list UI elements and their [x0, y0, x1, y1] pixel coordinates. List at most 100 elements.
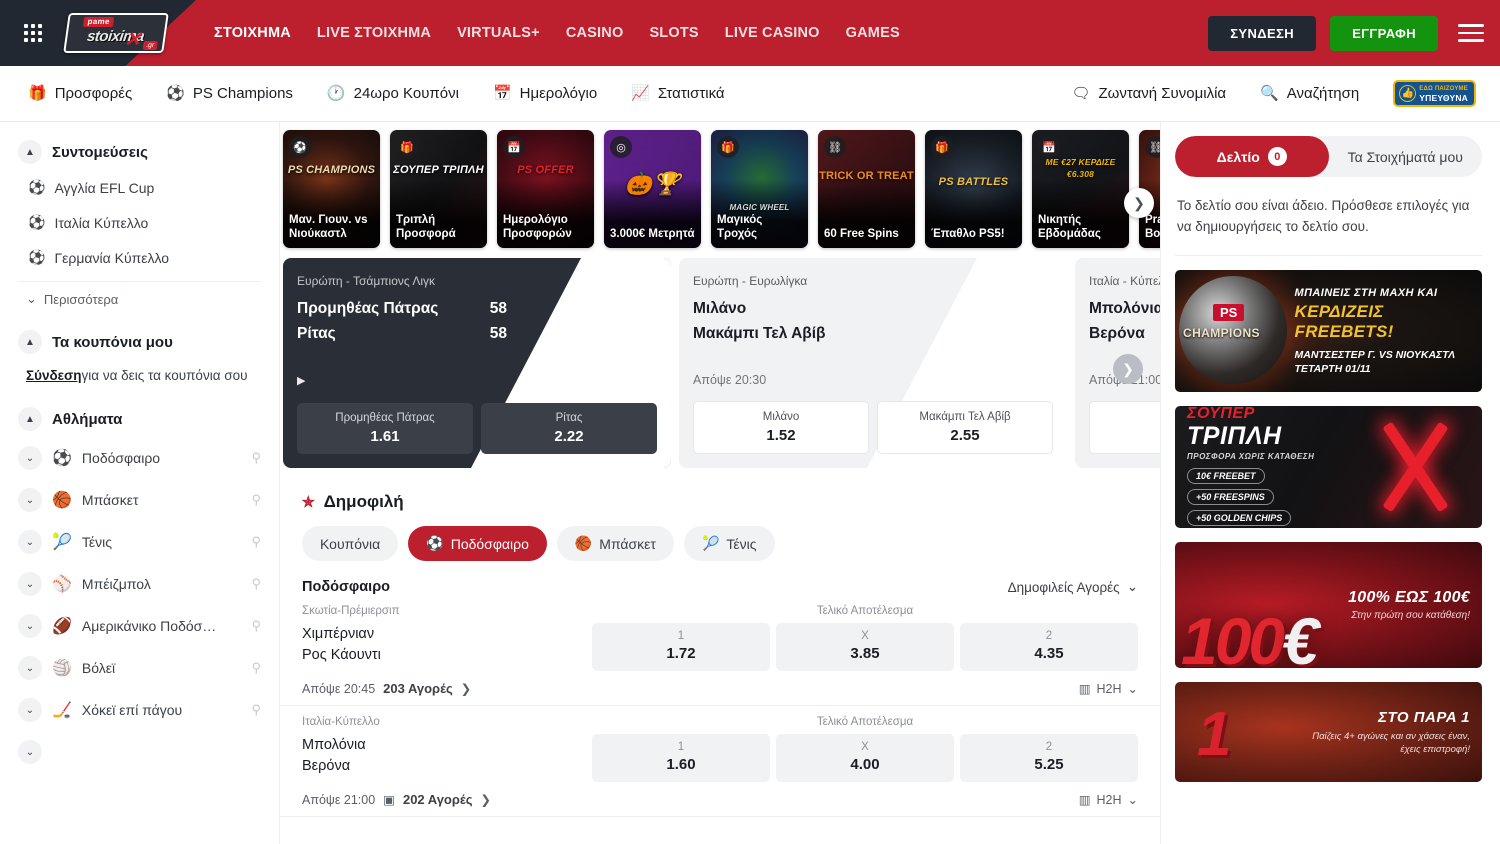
sidebar-item-efl-cup[interactable]: ⚽ Αγγλία EFL Cup [18, 170, 261, 205]
login-button[interactable]: ΣΥΝΔΕΣΗ [1208, 16, 1316, 51]
signup-button[interactable]: ΕΓΓΡΑΦΗ [1330, 16, 1438, 51]
pin-icon[interactable]: ⚲ [251, 492, 261, 508]
odd-button-2[interactable]: 2 4.35 [960, 623, 1138, 671]
featured-odd-home[interactable]: Μιλάνο 1.52 [693, 401, 869, 454]
chevron-down-icon[interactable]: ⌄ [18, 488, 42, 512]
match-row-hibernian-ross-county[interactable]: Σκωτία-Πρέμιερσιπ Χιμπέρνιαν Ρος Κάουντι… [280, 595, 1160, 706]
promo-card-super-tripli[interactable]: 🎁 ΣΟΥΠΕΡ ΤΡΙΠΛΗ Τριπλή Προσφορά [390, 130, 487, 248]
coupons-login-link[interactable]: Σύνδεση [26, 368, 82, 383]
pin-icon[interactable]: ⚲ [251, 618, 261, 634]
promo-art-label: ΜΕ €27 ΚΕΡΔΙΣΕ €6.308 [1032, 156, 1129, 180]
sidebar-sport-ice-hockey[interactable]: ⌄ 🏒 Χόκεϊ επί πάγου ⚲ [18, 689, 261, 731]
promo-card-weekly-winner[interactable]: 📅 ΜΕ €27 ΚΕΡΔΙΣΕ €6.308 Νικητής Εβδομάδα… [1032, 130, 1129, 248]
tab-my-bets[interactable]: Τα Στοιχήματά μου [1329, 136, 1483, 177]
banner-chip-freespins: +50 FREESPINS [1187, 489, 1274, 505]
sidebar-item-germany-cup[interactable]: ⚽ Γερμανία Κύπελλο [18, 240, 261, 275]
chevron-down-icon[interactable]: ⌄ [18, 740, 42, 764]
odd-button-x[interactable]: X 4.00 [776, 734, 954, 782]
chevron-right-icon[interactable]: ❯ [461, 681, 471, 696]
tab-coupons[interactable]: Κουπόνια [302, 526, 398, 561]
banner-super-tripli[interactable]: ΣΟΥΠΕΡ ΤΡΙΠΛΗ ΠΡΟΣΦΟΡΑ ΧΩΡΙΣ ΚΑΤΑΘΕΣΗ 10… [1175, 406, 1482, 528]
promo-card-magic-wheel[interactable]: 🎁 MAGIC WHEEL Μαγικός Τροχός [711, 130, 808, 248]
stream-icon[interactable]: ▶ [297, 374, 657, 387]
subnav-item-statistics[interactable]: 📈 Στατιστικά [631, 85, 724, 102]
promo-card-3000-cash[interactable]: ◎ 🎃🏆 3.000€ Μετρητά [604, 130, 701, 248]
pin-icon[interactable]: ⚲ [251, 450, 261, 466]
stream-icon[interactable]: ▣ [383, 792, 395, 807]
odd-button-x[interactable]: X 3.85 [776, 623, 954, 671]
promo-caption: Μαν. Γιουν. vs Νιούκαστλ [283, 214, 380, 248]
h2h-button[interactable]: ▥ H2H ⌄ [1079, 792, 1138, 807]
promo-card-offers-calendar[interactable]: 📅 PS OFFER Ημερολόγιο Προσφορών [497, 130, 594, 248]
chevron-right-icon[interactable]: ❯ [481, 792, 491, 807]
featured-card-promitheas-ritas[interactable]: Ευρώπη - Τσάμπιονς Λιγκ Προμηθέας Πάτρας… [283, 258, 671, 468]
featured-odd-away[interactable]: Ρίτας 2.22 [481, 403, 657, 454]
featured-odd-home[interactable]: 1 1.60 [1089, 401, 1160, 454]
tab-basketball[interactable]: 🏀 Μπάσκετ [557, 526, 674, 561]
markets-selector[interactable]: Δημοφιλείς Αγορές ⌄ [1008, 579, 1138, 595]
tab-football[interactable]: ⚽ Ποδόσφαιρο [408, 526, 547, 561]
chevron-down-icon[interactable]: ⌄ [18, 656, 42, 680]
tab-tennis[interactable]: 🎾 Τένις [684, 526, 775, 561]
promo-card-ps5-prize[interactable]: 🎁 PS BATTLES Έπαθλο PS5! [925, 130, 1022, 248]
nav-item-live-stoixima[interactable]: LIVE ΣΤΟΙΧΗΜΑ [317, 25, 431, 41]
subnav-item-ps-champions[interactable]: ⚽ PS Champions [166, 85, 293, 102]
featured-league: Ιταλία - Κύπελλο [1089, 274, 1160, 288]
nav-item-virtuals[interactable]: VIRTUALS+ [457, 25, 540, 41]
pin-icon[interactable]: ⚲ [251, 702, 261, 718]
featured-card-milano-maccabi[interactable]: Ευρώπη - Ευρωλίγκα Μιλάνο Μακάμπι Τελ Αβ… [679, 258, 1067, 468]
top-header: pame stoixima ✕ .gr ΣΤΟΙΧΗΜΑ LIVE ΣΤΟΙΧΗ… [0, 0, 1500, 66]
promo-carousel-next-button[interactable]: ❯ [1124, 188, 1154, 218]
featured-carousel-next-button[interactable]: ❯ [1113, 354, 1143, 384]
my-coupons-section-header[interactable]: ▲ Τα κουπόνια μου [18, 330, 261, 354]
hamburger-menu-icon[interactable] [1458, 24, 1484, 42]
sidebar-sport-more[interactable]: ⌄ [18, 731, 261, 773]
chevron-down-icon[interactable]: ⌄ [18, 698, 42, 722]
nav-item-live-casino[interactable]: LIVE CASINO [725, 25, 820, 41]
sidebar-sport-baseball[interactable]: ⌄ ⚾ Μπέιζμπολ ⚲ [18, 563, 261, 605]
apps-grid-icon[interactable] [10, 24, 56, 42]
subnav-item-calendar[interactable]: 📅 Ημερολόγιο [493, 85, 597, 102]
promo-card-60-free-spins[interactable]: ⛓ TRICK OR TREAT 60 Free Spins [818, 130, 915, 248]
match-markets-count[interactable]: 203 Αγορές [383, 681, 453, 696]
odd-button-2[interactable]: 2 5.25 [960, 734, 1138, 782]
nav-item-casino[interactable]: CASINO [566, 25, 624, 41]
sidebar-sport-volleyball[interactable]: ⌄ 🏐 Βόλεϊ ⚲ [18, 647, 261, 689]
sidebar-sport-basketball[interactable]: ⌄ 🏀 Μπάσκετ ⚲ [18, 479, 261, 521]
sidebar-item-italy-cup[interactable]: ⚽ Ιταλία Κύπελλο [18, 205, 261, 240]
pin-icon[interactable]: ⚲ [251, 576, 261, 592]
sidebar-sport-american-football[interactable]: ⌄ 🏈 Αμερικάνικο Ποδόσ… ⚲ [18, 605, 261, 647]
banner-sto-para-1[interactable]: 1 ΣΤΟ ΠΑΡΑ 1 Παίζεις 4+ αγώνες και αν χά… [1175, 682, 1482, 782]
search-button[interactable]: 🔍 Αναζήτηση [1260, 85, 1359, 102]
match-row-bologna-verona[interactable]: Ιταλία-Κύπελλο Μπολόνια Βερόνα Τελικό Απ… [280, 706, 1160, 817]
sports-section-header[interactable]: ▲ Αθλήματα [18, 407, 261, 431]
subnav-item-24h-coupon[interactable]: 🕐 24ωρο Κουπόνι [327, 85, 459, 102]
featured-odd-away[interactable]: Μακάμπι Τελ Αβίβ 2.55 [877, 401, 1053, 454]
banner-ps-champions[interactable]: PS CHAMPIONS ΜΠΑΙΝΕΙΣ ΣΤΗ ΜΑΧΗ ΚΑΙ ΚΕΡΔΙ… [1175, 270, 1482, 392]
match-markets-count[interactable]: 202 Αγορές [403, 792, 473, 807]
pin-icon[interactable]: ⚲ [251, 534, 261, 550]
nav-item-games[interactable]: GAMES [846, 25, 900, 41]
responsible-gaming-badge[interactable]: 👍 ΕΔΩ ΠΑΙΖΟΥΜΕ ΥΠΕΥΘΥΝΑ [1393, 80, 1476, 107]
featured-odd-home[interactable]: Προμηθέας Πάτρας 1.61 [297, 403, 473, 454]
shortcuts-more-button[interactable]: ⌄ Περισσότερα [18, 281, 261, 316]
subnav-item-offers[interactable]: 🎁 Προσφορές [28, 85, 132, 102]
chevron-down-icon[interactable]: ⌄ [18, 530, 42, 554]
sidebar-sport-tennis[interactable]: ⌄ 🎾 Τένις ⚲ [18, 521, 261, 563]
tab-betslip[interactable]: Δελτίο 0 [1175, 136, 1329, 177]
odd-button-1[interactable]: 1 1.72 [592, 623, 770, 671]
nav-item-stoixima[interactable]: ΣΤΟΙΧΗΜΑ [214, 25, 291, 41]
live-chat-button[interactable]: 🗨 Ζωντανή Συνομιλία [1071, 85, 1226, 102]
nav-item-slots[interactable]: SLOTS [649, 25, 698, 41]
shortcuts-section-header[interactable]: ▲ Συντομεύσεις [18, 140, 261, 164]
pin-icon[interactable]: ⚲ [251, 660, 261, 676]
chevron-down-icon[interactable]: ⌄ [18, 614, 42, 638]
promo-card-ps-champions[interactable]: ⚽ PS CHAMPIONS Μαν. Γιουν. vs Νιούκαστλ [283, 130, 380, 248]
sidebar-sport-football[interactable]: ⌄ ⚽ Ποδόσφαιρο ⚲ [18, 437, 261, 479]
banner-first-deposit[interactable]: 100€ 100% ΕΩΣ 100€ Στην πρώτη σου κατάθε… [1175, 542, 1482, 668]
site-logo[interactable]: pame stoixima ✕ .gr [64, 11, 168, 55]
chevron-down-icon[interactable]: ⌄ [18, 572, 42, 596]
chevron-down-icon[interactable]: ⌄ [18, 446, 42, 470]
odd-button-1[interactable]: 1 1.60 [592, 734, 770, 782]
h2h-button[interactable]: ▥ H2H ⌄ [1079, 681, 1138, 696]
